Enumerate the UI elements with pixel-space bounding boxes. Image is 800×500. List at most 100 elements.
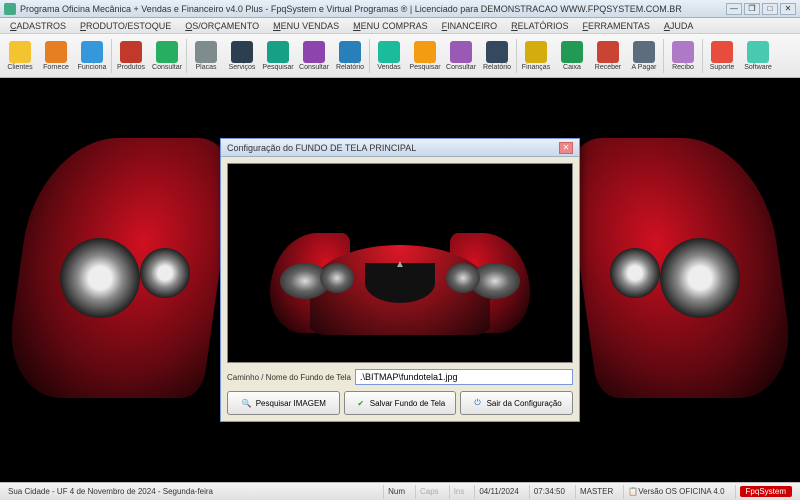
tool-consultar[interactable]: Consultar	[149, 36, 185, 76]
produtos-icon	[120, 41, 142, 63]
menu-osoramento[interactable]: OS/ORÇAMENTO	[179, 20, 265, 32]
tool-label: Receber	[595, 64, 621, 71]
status-bar: Sua Cidade - UF 4 de Novembro de 2024 - …	[0, 482, 800, 500]
tool-label: Consultar	[299, 64, 329, 71]
status-version: 📋 Versão OS OFICINA 4.0	[623, 485, 728, 499]
menu-ajuda[interactable]: AJUDA	[658, 20, 700, 32]
status-user: MASTER	[575, 485, 617, 499]
tool-fornece[interactable]: Fornece	[38, 36, 74, 76]
tool-label: Caixa	[563, 64, 581, 71]
software-icon	[747, 41, 769, 63]
tool-funciona[interactable]: Funciona	[74, 36, 110, 76]
maximize-button[interactable]: □	[762, 3, 778, 15]
menu-cadastros[interactable]: CADASTROS	[4, 20, 72, 32]
caixa-icon	[561, 41, 583, 63]
dialog-title-text: Configuração do FUNDO DE TELA PRINCIPAL	[227, 143, 416, 153]
exit-icon: ⏻	[472, 397, 484, 409]
menu-financeiro[interactable]: FINANCEIRO	[436, 20, 504, 32]
tool-label: Software	[744, 64, 772, 71]
tool-label: Clientes	[7, 64, 32, 71]
tool-label: Produtos	[117, 64, 145, 71]
menu-menuvendas[interactable]: MENU VENDAS	[267, 20, 345, 32]
pesquisar-icon	[267, 41, 289, 63]
tool-label: A Pagar	[632, 64, 657, 71]
tool-receber[interactable]: Receber	[590, 36, 626, 76]
menu-bar: CADASTROSPRODUTO/ESTOQUEOS/ORÇAMENTOMENU…	[0, 18, 800, 34]
pesquisar-icon	[414, 41, 436, 63]
tool-software[interactable]: Software	[740, 36, 776, 76]
tool-pesquisar[interactable]: Pesquisar	[407, 36, 443, 76]
tool-suporte[interactable]: Suporte	[704, 36, 740, 76]
tool-label: Serviços	[229, 64, 256, 71]
tool-produtos[interactable]: Produtos	[113, 36, 149, 76]
tool-placas[interactable]: Placas	[188, 36, 224, 76]
exit-config-button[interactable]: ⏻ Sair da Configuração	[460, 391, 573, 415]
tool-consultar[interactable]: Consultar	[443, 36, 479, 76]
menu-relatrios[interactable]: RELATÓRIOS	[505, 20, 574, 32]
tool-relatório[interactable]: Relatório	[479, 36, 515, 76]
tool-vendas[interactable]: Vendas	[371, 36, 407, 76]
status-location: Sua Cidade - UF 4 de Novembro de 2024 - …	[4, 485, 377, 499]
tool-label: Fornece	[43, 64, 69, 71]
image-preview: ▲	[227, 163, 573, 363]
close-button[interactable]: ✕	[780, 3, 796, 15]
minimize-button[interactable]: —	[726, 3, 742, 15]
path-input[interactable]	[355, 369, 573, 385]
window-titlebar: Programa Oficina Mecânica + Vendas e Fin…	[0, 0, 800, 18]
consultar-icon	[303, 41, 325, 63]
status-ins: Ins	[449, 485, 469, 499]
tool-label: Funciona	[78, 64, 107, 71]
tool-clientes[interactable]: Clientes	[2, 36, 38, 76]
a pagar-icon	[633, 41, 655, 63]
dialog-close-button[interactable]: ✕	[559, 142, 573, 154]
menu-produtoestoque[interactable]: PRODUTO/ESTOQUE	[74, 20, 177, 32]
tool-caixa[interactable]: Caixa	[554, 36, 590, 76]
vendas-icon	[378, 41, 400, 63]
tool-label: Vendas	[377, 64, 400, 71]
tool-a pagar[interactable]: A Pagar	[626, 36, 662, 76]
clientes-icon	[9, 41, 31, 63]
window-title: Programa Oficina Mecânica + Vendas e Fin…	[20, 4, 726, 14]
menu-ferramentas[interactable]: FERRAMENTAS	[576, 20, 655, 32]
tool-recibo[interactable]: Recibo	[665, 36, 701, 76]
status-time: 07:34:50	[529, 485, 569, 499]
relatório-icon	[486, 41, 508, 63]
tool-label: Consultar	[152, 64, 182, 71]
consultar-icon	[450, 41, 472, 63]
status-caps: Caps	[415, 485, 443, 499]
workspace: Configuração do FUNDO DE TELA PRINCIPAL …	[0, 78, 800, 482]
tool-label: Pesquisar	[262, 64, 293, 71]
restore-button[interactable]: ❐	[744, 3, 760, 15]
tool-label: Consultar	[446, 64, 476, 71]
tool-label: Pesquisar	[409, 64, 440, 71]
finanças-icon	[525, 41, 547, 63]
app-icon	[4, 3, 16, 15]
tool-relatório[interactable]: Relatório	[332, 36, 368, 76]
fornece-icon	[45, 41, 67, 63]
tool-label: Relatório	[336, 64, 364, 71]
check-icon: ✔	[355, 397, 367, 409]
tool-label: Recibo	[672, 64, 694, 71]
consultar-icon	[156, 41, 178, 63]
tool-label: Relatório	[483, 64, 511, 71]
tool-finanças[interactable]: Finanças	[518, 36, 554, 76]
background-config-dialog: Configuração do FUNDO DE TELA PRINCIPAL …	[220, 138, 580, 422]
menu-menucompras[interactable]: MENU COMPRAS	[347, 20, 434, 32]
main-toolbar: Clientes Fornece Funciona Produtos Consultar…	[0, 34, 800, 78]
search-image-button[interactable]: 🔍 Pesquisar IMAGEM	[227, 391, 340, 415]
tool-consultar[interactable]: Consultar	[296, 36, 332, 76]
status-num: Num	[383, 485, 409, 499]
tool-serviços[interactable]: Serviços	[224, 36, 260, 76]
suporte-icon	[711, 41, 733, 63]
relatório-icon	[339, 41, 361, 63]
status-brand: FpqSystem	[735, 485, 796, 499]
tool-pesquisar[interactable]: Pesquisar	[260, 36, 296, 76]
save-background-button[interactable]: ✔ Salvar Fundo de Tela	[344, 391, 457, 415]
dialog-titlebar[interactable]: Configuração do FUNDO DE TELA PRINCIPAL …	[221, 139, 579, 157]
car-logo-icon: ▲	[395, 259, 405, 270]
recibo-icon	[672, 41, 694, 63]
receber-icon	[597, 41, 619, 63]
tool-label: Suporte	[710, 64, 735, 71]
status-date: 04/11/2024	[474, 485, 522, 499]
tool-label: Finanças	[522, 64, 550, 71]
